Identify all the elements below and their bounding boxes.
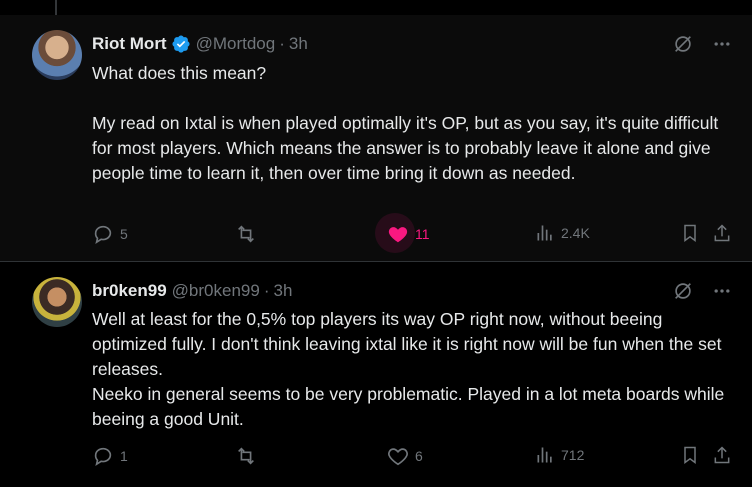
action-bar: 5 11 2.4K [92, 213, 732, 253]
views-icon [537, 447, 552, 463]
grok-icon[interactable] [672, 280, 694, 302]
verified-icon [171, 34, 191, 54]
tweet-text-line: What does this mean? [92, 63, 267, 83]
bookmark-icon [684, 224, 696, 242]
like-count: 6 [415, 448, 423, 464]
like-button[interactable]: 11 [375, 213, 430, 253]
author-handle[interactable]: @Mortdog [196, 34, 276, 54]
retweet-button[interactable] [235, 445, 263, 467]
view-count: 712 [561, 447, 585, 463]
share-icon [714, 446, 730, 464]
reply-icon [94, 225, 112, 245]
like-count: 11 [415, 226, 430, 242]
avatar[interactable] [32, 277, 82, 327]
tweet-text-line: My read on Ixtal is when played optimall… [92, 113, 719, 183]
tweet-top-icons [672, 33, 732, 55]
views-button[interactable]: 712 [535, 445, 584, 465]
bookmark-button[interactable] [680, 223, 700, 243]
tweet-text-line: Well at least for the 0,5% top players i… [92, 309, 722, 379]
tweet-body: What does this mean? My read on Ixtal is… [92, 61, 732, 186]
tweet-header: br0ken99 @br0ken99 · 3h [92, 279, 292, 303]
author-name[interactable]: br0ken99 [92, 281, 167, 301]
retweet-icon [238, 225, 254, 243]
separator-dot: · [263, 281, 270, 300]
like-button[interactable]: 6 [387, 445, 423, 467]
thread-connector-line [55, 0, 57, 15]
views-button[interactable]: 2.4K [535, 223, 590, 243]
share-icon [714, 224, 730, 242]
more-icon[interactable] [712, 34, 732, 54]
heart-icon [388, 227, 408, 243]
tweet[interactable]: br0ken99 @br0ken99 · 3h Well at least fo… [0, 262, 752, 487]
avatar[interactable] [32, 30, 82, 80]
view-count: 2.4K [561, 225, 590, 241]
separator-dot: · [279, 34, 285, 53]
share-button[interactable] [712, 445, 732, 465]
reply-count: 5 [120, 226, 128, 242]
views-icon [537, 225, 552, 241]
tweet-header: Riot Mort @Mortdog · 3h [92, 32, 308, 56]
action-bar: 1 6 712 [92, 445, 732, 471]
heart-icon [388, 448, 408, 466]
timestamp[interactable]: 3h [274, 281, 293, 301]
reply-button[interactable]: 1 [92, 445, 128, 467]
retweet-button[interactable] [235, 223, 263, 245]
author-name[interactable]: Riot Mort [92, 34, 167, 54]
reply-icon [94, 447, 112, 467]
share-button[interactable] [712, 223, 732, 243]
author-handle[interactable]: @br0ken99 [172, 281, 260, 301]
tweet-body: Well at least for the 0,5% top players i… [92, 307, 732, 432]
grok-icon[interactable] [672, 33, 694, 55]
bookmark-icon [684, 446, 696, 464]
timestamp[interactable]: 3h [289, 34, 308, 54]
retweet-icon [238, 447, 254, 465]
tweet-text-line: Neeko in general seems to be very proble… [92, 384, 725, 429]
reply-button[interactable]: 5 [92, 223, 128, 245]
bookmark-button[interactable] [680, 445, 700, 465]
reply-count: 1 [120, 448, 128, 464]
tweet[interactable]: Riot Mort @Mortdog · 3h What does this m… [0, 15, 752, 262]
tweet-top-icons [672, 280, 732, 302]
more-icon[interactable] [712, 281, 732, 301]
